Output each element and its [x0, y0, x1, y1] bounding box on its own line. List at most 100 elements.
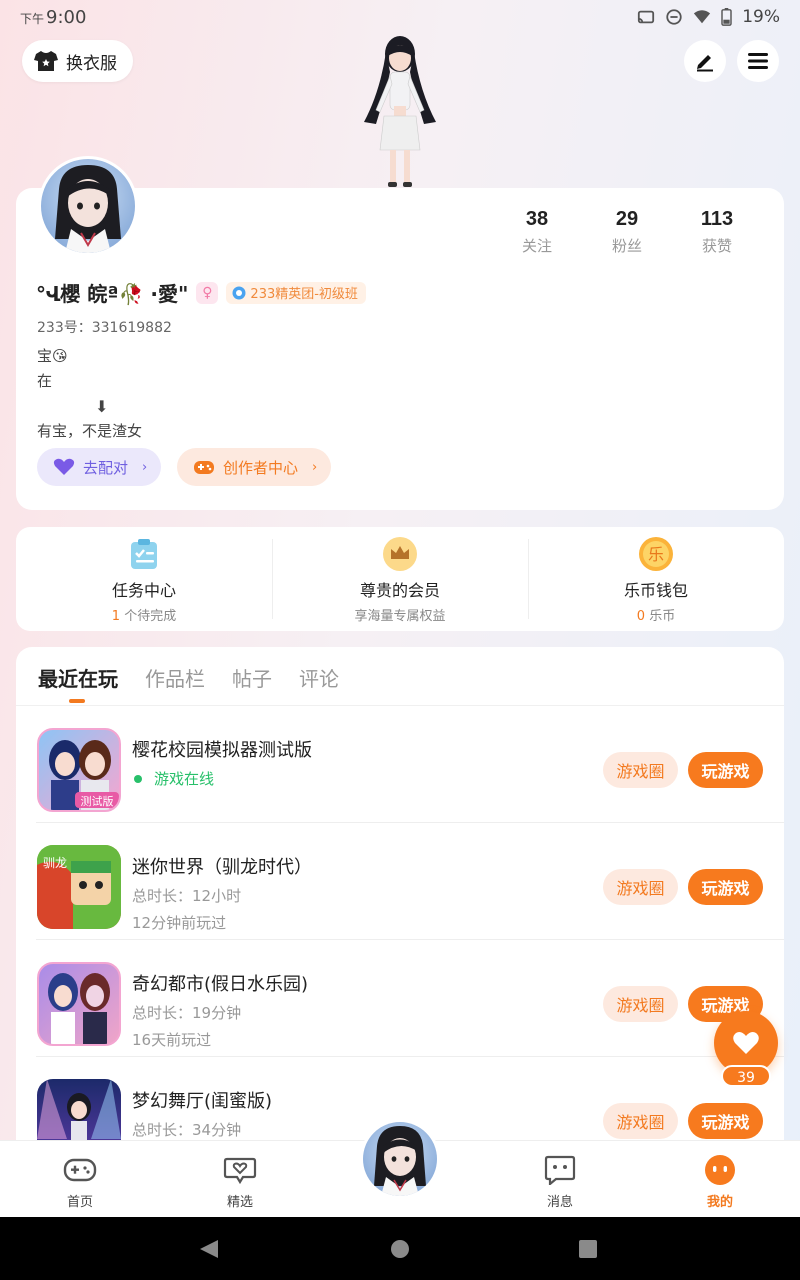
user-id: 233号：331619882 [37, 320, 172, 336]
gamepad-icon [63, 1153, 97, 1187]
content-card: 最近在玩 作品栏 帖子 评论 测试版 樱花校园模拟器测试版 游戏在线 游戏圈 玩… [16, 647, 784, 1167]
crown-icon [383, 537, 417, 571]
profile-card: 38 关注 29 粉丝 113 获赞 °Վ櫻 皖ª🥀 ·愛" ♀ 233精英团-… [16, 188, 784, 510]
following-stat[interactable]: 38 关注 [492, 208, 582, 256]
game-icon-fantasy-city[interactable] [37, 962, 121, 1046]
pair-button[interactable]: 去配对 › [37, 448, 162, 486]
female-icon: ♀ [196, 281, 219, 304]
bio-line-3: 有宝，不是渣女 [37, 422, 143, 440]
game-icon-mini-world[interactable]: 驯龙 [37, 845, 121, 929]
coin-icon: 乐 [639, 537, 673, 571]
home-icon[interactable] [390, 1239, 410, 1259]
nickname-row: °Վ櫻 皖ª🥀 ·愛" ♀ 233精英团-初级班 [36, 278, 366, 307]
content-tabs: 最近在玩 作品栏 帖子 评论 [38, 663, 339, 703]
game-circle-button[interactable]: 游戏圈 [603, 752, 678, 788]
nav-featured[interactable]: 精选 [200, 1153, 280, 1210]
nav-profile[interactable]: 我的 [680, 1153, 760, 1210]
avatar-portrait [55, 165, 121, 253]
task-center[interactable]: 任务中心 1 个待完成 [16, 527, 272, 631]
bio-line-2: 在 [37, 372, 53, 390]
vip-title: 尊贵的会员 [359, 581, 440, 600]
wifi-icon [694, 10, 711, 24]
chevron-right-icon: › [312, 459, 318, 475]
game-icon-sakura[interactable]: 测试版 [37, 728, 121, 812]
badge-label: 233精英团-初级班 [250, 287, 358, 302]
svg-text:驯龙: 驯龙 [43, 856, 67, 870]
nav-messages[interactable]: 消息 [520, 1153, 600, 1210]
game-title: 樱花校园模拟器测试版 [132, 740, 312, 761]
creator-center-label: 创作者中心 [223, 458, 299, 477]
fans-stat[interactable]: 29 粉丝 [582, 208, 672, 256]
tab-comments[interactable]: 评论 [299, 663, 339, 692]
clipboard-icon [127, 537, 161, 571]
heart-icon [733, 1032, 759, 1054]
game-circle-button[interactable]: 游戏圈 [603, 986, 678, 1022]
likes-stat[interactable]: 113 获赞 [672, 208, 762, 256]
nav-featured-label: 精选 [226, 1195, 253, 1210]
chevron-right-icon: › [142, 459, 148, 475]
recents-icon[interactable] [578, 1239, 598, 1259]
game-playtime: 总时长：12小时 [132, 887, 242, 905]
profile-stats: 38 关注 29 粉丝 113 获赞 [492, 208, 762, 256]
tab-posts[interactable]: 帖子 [232, 663, 272, 692]
elite-badge[interactable]: 233精英团-初级班 [226, 281, 366, 304]
play-game-button[interactable]: 玩游戏 [688, 752, 763, 788]
message-icon [543, 1153, 577, 1187]
edit-icon [697, 55, 713, 72]
game-circle-button[interactable]: 游戏圈 [603, 1103, 678, 1139]
game-row[interactable]: 驯龙 迷你世界（驯龙时代） 总时长：12小时 12分钟前玩过 游戏圈 玩游戏 [16, 823, 784, 940]
menu-button[interactable] [737, 40, 779, 82]
game-info: 迷你世界（驯龙时代） 总时长：12小时 12分钟前玩过 [132, 853, 312, 933]
status-time: 下午 9:00 [20, 6, 87, 28]
status-bar: 下午 9:00 19% [0, 0, 800, 34]
vip-member[interactable]: 尊贵的会员 享海量专属权益 [272, 527, 528, 631]
wallet-sub: 0 乐币 [636, 609, 676, 624]
nav-avatar-button[interactable] [360, 1119, 440, 1199]
game-playtime: 总时长：19分钟 [132, 1004, 242, 1022]
game-last-played: 12分钟前玩过 [132, 914, 227, 932]
bottom-nav: 首页 精选 消息 我的 [0, 1119, 800, 1217]
shirt-icon [34, 51, 58, 71]
battery-level: 19% [742, 7, 780, 27]
game-playtime: 总时长：34分钟 [132, 1121, 242, 1139]
heart-pair-icon [53, 458, 75, 475]
back-icon[interactable] [198, 1238, 220, 1260]
game-info: 梦幻舞厅(闺蜜版) 总时长：34分钟 [132, 1087, 272, 1140]
profile-avatar[interactable] [38, 156, 138, 256]
tab-recently-played[interactable]: 最近在玩 [38, 663, 118, 703]
game-circle-button[interactable]: 游戏圈 [603, 869, 678, 905]
game-row[interactable]: 奇幻都市(假日水乐园) 总时长：19分钟 16天前玩过 游戏圈 玩游戏 [16, 940, 784, 1057]
play-game-button[interactable]: 玩游戏 [688, 869, 763, 905]
fans-count: 29 [615, 208, 639, 230]
battery-icon [721, 8, 732, 26]
nav-home[interactable]: 首页 [40, 1153, 120, 1210]
like-count: 39 [721, 1065, 771, 1087]
bio-arrow: ⬇ [95, 397, 109, 416]
likes-count: 113 [700, 208, 734, 230]
pair-label: 去配对 [83, 458, 129, 477]
task-center-title: 任务中心 [111, 581, 176, 600]
tab-works[interactable]: 作品栏 [145, 663, 205, 692]
svg-text:测试版: 测试版 [81, 794, 114, 808]
following-label: 关注 [521, 237, 552, 255]
game-row[interactable]: 测试版 樱花校园模拟器测试版 游戏在线 游戏圈 玩游戏 [16, 706, 784, 823]
coin-wallet[interactable]: 乐 乐币钱包 0 乐币 [528, 527, 784, 631]
play-game-button[interactable]: 玩游戏 [688, 1103, 763, 1139]
shield-badge-icon [232, 286, 246, 299]
avatar-portrait [374, 1126, 426, 1196]
following-count: 38 [525, 208, 549, 230]
gamepad-creator-icon [194, 461, 214, 474]
nav-messages-label: 消息 [546, 1195, 573, 1210]
change-outfit-button[interactable]: 换衣服 [22, 40, 133, 82]
nav-home-label: 首页 [66, 1195, 93, 1210]
system-navigation-bar [0, 1217, 800, 1280]
wallet-title: 乐币钱包 [623, 581, 688, 600]
creator-center-button[interactable]: 创作者中心 › [177, 448, 332, 486]
avatar-3d-figure[interactable] [350, 32, 450, 190]
game-title: 奇幻都市(假日水乐园) [132, 974, 309, 995]
edit-profile-button[interactable] [684, 40, 726, 82]
fans-label: 粉丝 [611, 237, 642, 255]
task-center-sub: 1 个待完成 [111, 609, 177, 624]
game-last-played: 16天前玩过 [132, 1031, 212, 1049]
likes-label: 获赞 [701, 237, 732, 255]
